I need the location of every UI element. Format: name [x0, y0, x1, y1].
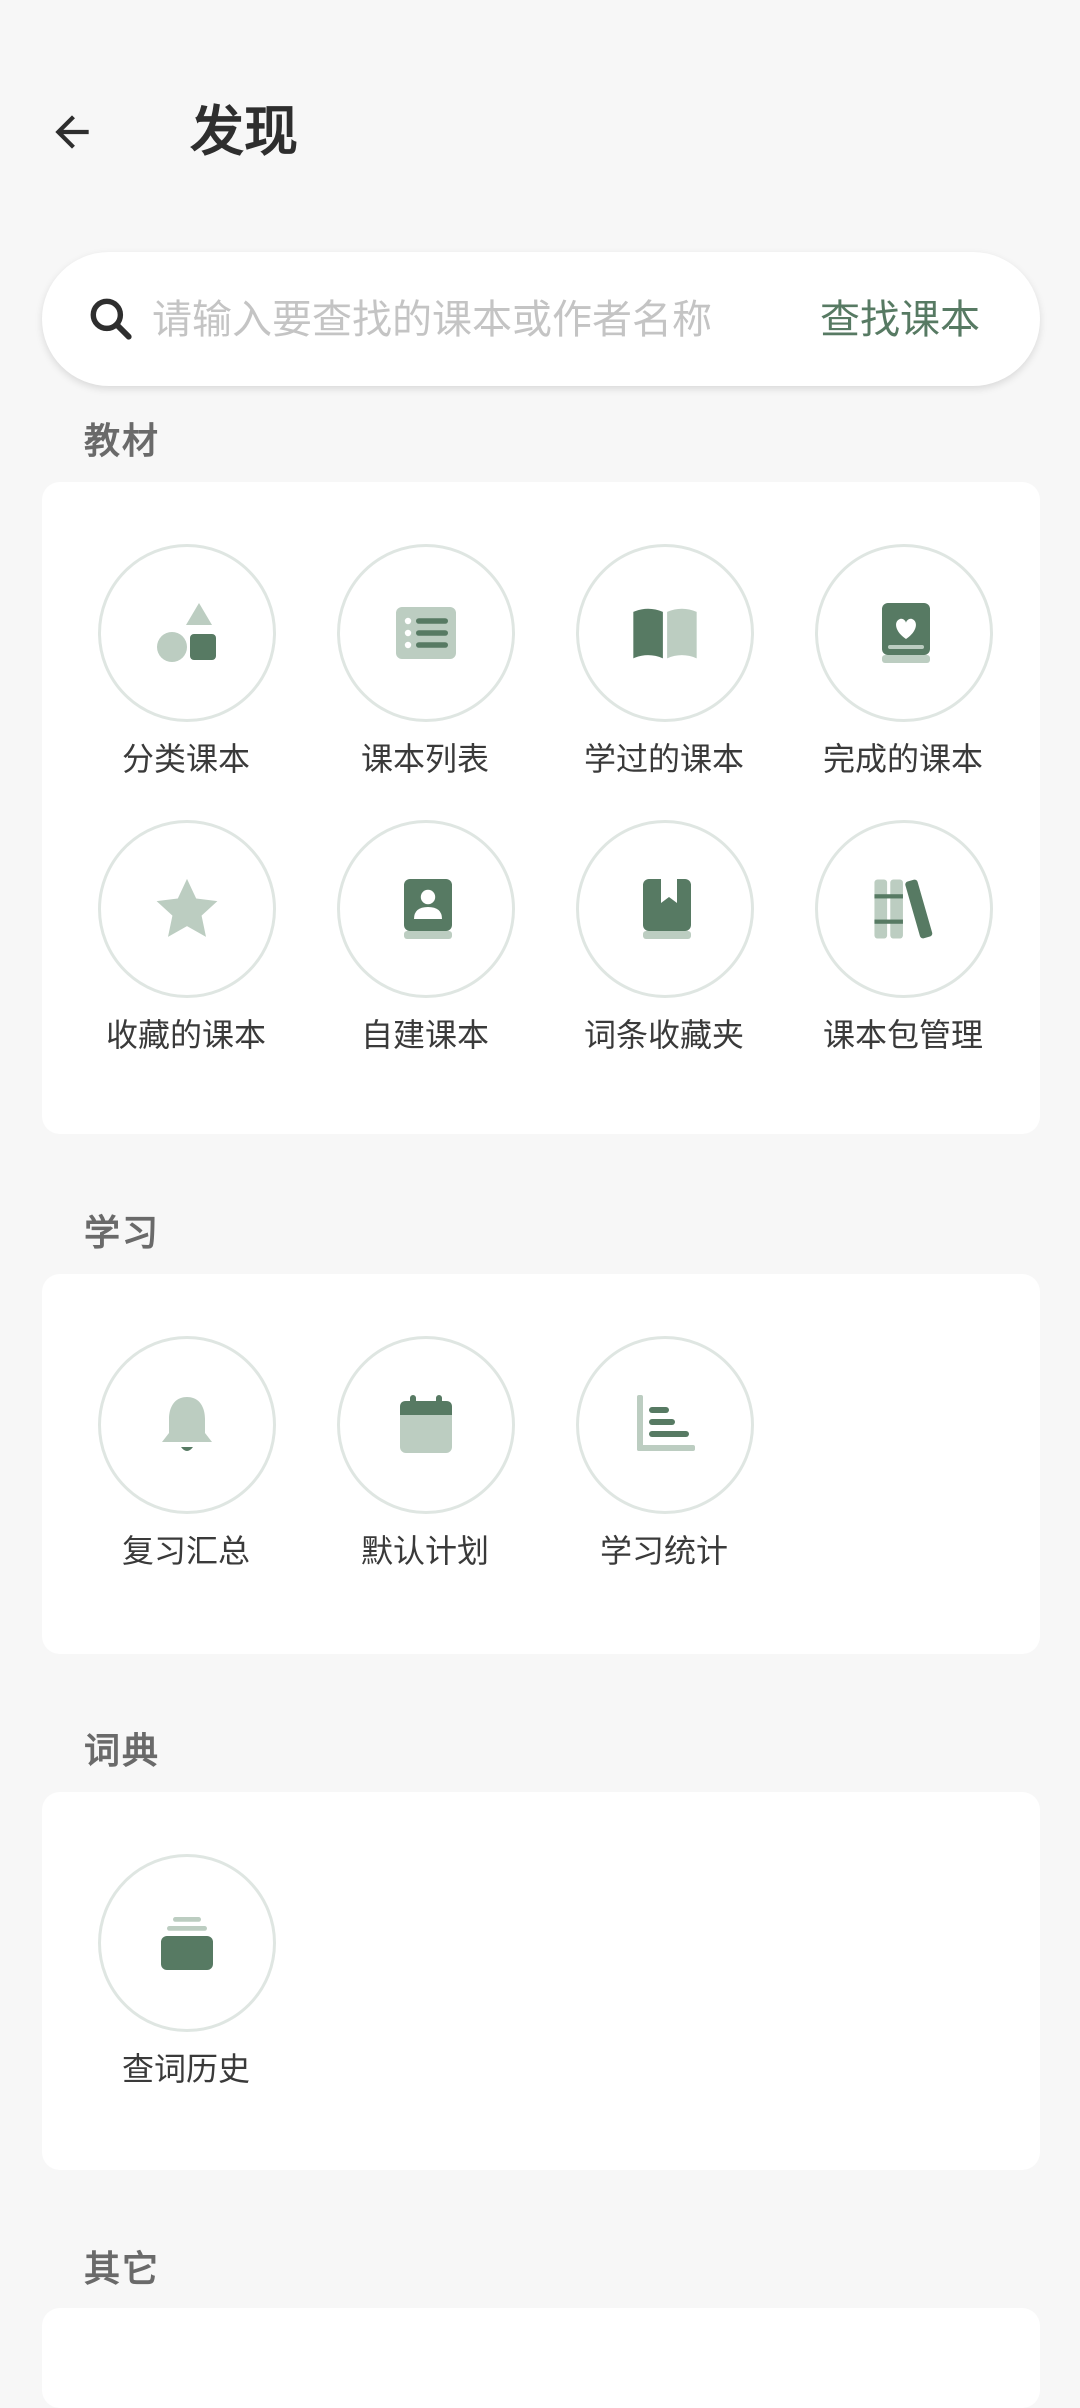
tile-default-plan[interactable]: 默认计划: [305, 1336, 545, 1596]
tile-icon-circle: [337, 1336, 515, 1514]
tile-entry-favorites[interactable]: 词条收藏夹: [544, 820, 784, 1080]
heart-book-icon: [882, 603, 930, 663]
star-icon: [156, 878, 218, 937]
tile-icon-circle: [337, 820, 515, 998]
list-icon: [396, 607, 456, 659]
arrow-left-icon: [55, 115, 89, 149]
contact-book-icon: [404, 879, 452, 939]
tile-label: 查词历史: [121, 2050, 250, 2088]
open-book-icon: [633, 608, 697, 659]
tile-category-books[interactable]: 分类课本: [66, 544, 306, 804]
other-card: [42, 2308, 1040, 2408]
section-title-textbooks: 教材: [84, 421, 161, 462]
tile-custom-books[interactable]: 自建课本: [305, 820, 545, 1080]
search-input[interactable]: [150, 282, 794, 358]
search-bar: 查找课本: [42, 252, 1040, 386]
stack-icon: [161, 1917, 213, 1970]
tile-book-list[interactable]: 课本列表: [305, 544, 545, 804]
tile-label: 课本列表: [360, 740, 489, 778]
tile-book-package[interactable]: 课本包管理: [783, 820, 1023, 1080]
tile-icon-circle: [576, 544, 754, 722]
section-title-study: 学习: [84, 1213, 161, 1254]
shapes-icon: [157, 603, 216, 662]
tile-label: 自建课本: [360, 1016, 489, 1054]
tile-review-summary[interactable]: 复习汇总: [66, 1336, 306, 1596]
tile-icon-circle: [337, 544, 515, 722]
tile-lookup-history[interactable]: 查词历史: [66, 1854, 306, 2114]
tile-study-stats[interactable]: 学习统计: [544, 1336, 784, 1596]
tile-icon-circle: [815, 544, 993, 722]
search-books-button[interactable]: 查找课本: [820, 290, 980, 350]
tile-label: 学习统计: [599, 1532, 728, 1570]
textbooks-card: 分类课本 课本列表 学过的课本 完成的课本 收藏的课本 自建课本 词条收藏夹 课…: [42, 482, 1040, 1134]
tile-label: 复习汇总: [121, 1532, 250, 1570]
tile-icon-circle: [98, 820, 276, 998]
dictionary-card: 查词历史: [42, 1792, 1040, 2170]
library-icon: [874, 879, 933, 939]
tile-label: 学过的课本: [583, 740, 744, 778]
tile-favorite-books[interactable]: 收藏的课本: [66, 820, 306, 1080]
tile-icon-circle: [576, 1336, 754, 1514]
study-card: 复习汇总 默认计划 学习统计: [42, 1274, 1040, 1654]
tile-icon-circle: [98, 1854, 276, 2032]
bar-chart-icon: [637, 1395, 695, 1451]
tile-icon-circle: [98, 544, 276, 722]
bookmark-book-icon: [643, 879, 691, 939]
tile-label: 分类课本: [121, 740, 250, 778]
tile-icon-circle: [576, 820, 754, 998]
tile-label: 默认计划: [360, 1532, 489, 1570]
tile-icon-circle: [98, 1336, 276, 1514]
section-title-dictionary: 词典: [84, 1731, 161, 1772]
calendar-icon: [400, 1395, 452, 1453]
search-icon: [90, 298, 132, 340]
tile-label: 收藏的课本: [105, 1016, 266, 1054]
page-title: 发现: [190, 100, 298, 163]
tile-label: 课本包管理: [822, 1016, 983, 1054]
bell-icon: [162, 1397, 212, 1451]
section-title-other: 其它: [84, 2249, 161, 2290]
app-bar: 发现: [0, 0, 1080, 240]
tile-label: 完成的课本: [822, 740, 983, 778]
tile-completed-books[interactable]: 完成的课本: [783, 544, 1023, 804]
tile-label: 词条收藏夹: [583, 1016, 744, 1054]
back-button[interactable]: [40, 100, 104, 164]
tile-icon-circle: [815, 820, 993, 998]
tile-studied-books[interactable]: 学过的课本: [544, 544, 784, 804]
